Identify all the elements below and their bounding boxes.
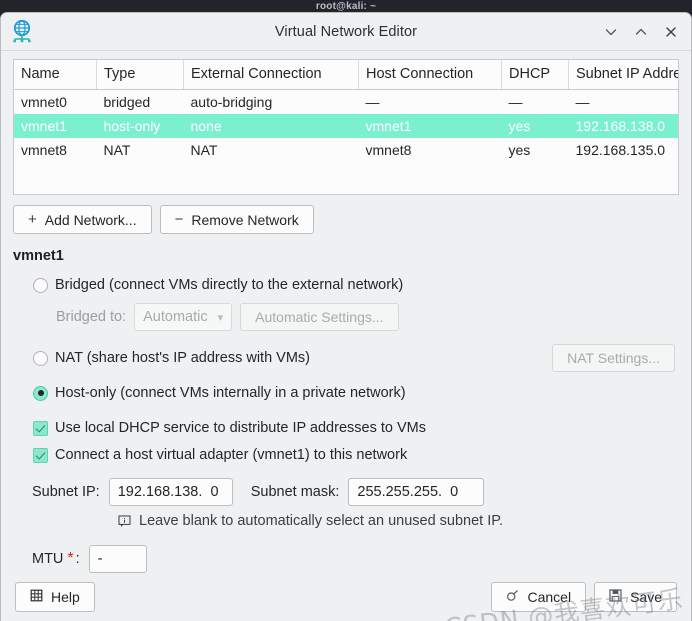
- host-adapter-checkbox-label: Connect a host virtual adapter (vmnet1) …: [55, 447, 408, 463]
- host-only-option-row[interactable]: Host-only (connect VMs internally in a p…: [13, 385, 679, 401]
- bridged-to-select[interactable]: Automatic ▾: [134, 303, 233, 331]
- save-disk-icon: [609, 589, 622, 605]
- subnet-ip-label: Subnet IP:: [32, 484, 100, 500]
- host-only-radio[interactable]: [33, 385, 48, 401]
- automatic-settings-button[interactable]: Automatic Settings...: [240, 303, 399, 331]
- automatic-settings-label: Automatic Settings...: [255, 309, 384, 325]
- dialog-footer: Help Cancel Save: [1, 573, 691, 621]
- cell-type: host-only: [96, 114, 184, 138]
- cell-subnet-ip: 192.168.135.0: [575, 142, 666, 158]
- host-adapter-checkbox-row[interactable]: Connect a host virtual adapter (vmnet1) …: [13, 447, 679, 463]
- save-button[interactable]: Save: [594, 582, 677, 612]
- table-row[interactable]: vmnet0 bridged auto-bridging — — — —: [14, 90, 678, 115]
- cell-host-connection: vmnet1: [358, 114, 502, 138]
- column-header-type[interactable]: Type: [96, 60, 184, 90]
- column-header-host-connection[interactable]: Host Connection: [358, 60, 502, 90]
- network-list[interactable]: Name Type External Connection Host Conne…: [13, 59, 679, 195]
- bridged-option-row[interactable]: Bridged (connect VMs directly to the ext…: [13, 277, 679, 293]
- chevron-down-icon: ▾: [217, 311, 224, 324]
- cell-host-connection: vmnet8: [365, 142, 412, 158]
- mtu-colon: :: [75, 551, 80, 567]
- subnet-hint-row: Leave blank to automatically select an u…: [13, 513, 679, 529]
- dhcp-checkbox-row[interactable]: Use local DHCP service to distribute IP …: [13, 420, 679, 436]
- add-network-button[interactable]: + Add Network...: [13, 205, 152, 234]
- cancel-button[interactable]: Cancel: [491, 582, 587, 612]
- nat-settings-label: NAT Settings...: [567, 350, 660, 366]
- host-adapter-checkbox[interactable]: [33, 447, 48, 463]
- selected-network-title: vmnet1: [13, 248, 64, 264]
- page-title: Virtual Network Editor: [274, 23, 418, 40]
- column-header-name[interactable]: Name: [14, 60, 97, 90]
- cell-dhcp: yes: [508, 142, 531, 158]
- bridged-radio[interactable]: [33, 277, 48, 293]
- dhcp-checkbox-label: Use local DHCP service to distribute IP …: [55, 420, 426, 436]
- cell-name: vmnet1: [14, 114, 97, 138]
- cancel-icon: [506, 589, 519, 605]
- nat-settings-button[interactable]: NAT Settings...: [552, 344, 675, 372]
- cell-type: NAT: [103, 142, 131, 158]
- dialog-content: Name Type External Connection Host Conne…: [1, 59, 691, 573]
- mtu-required-marker: *: [67, 550, 74, 567]
- subnet-mask-label: Subnet mask:: [250, 484, 340, 500]
- dhcp-checkbox[interactable]: [33, 420, 48, 436]
- cell-subnet-ip: 192.168.138.0: [568, 114, 678, 138]
- help-label: Help: [51, 589, 80, 605]
- network-globe-icon: [9, 18, 35, 44]
- cell-dhcp: —: [508, 94, 523, 110]
- cell-host-connection: —: [365, 94, 380, 110]
- plus-icon: +: [28, 211, 37, 228]
- info-balloon-icon: [118, 515, 131, 528]
- nat-label: NAT (share host's IP address with VMs): [55, 350, 310, 366]
- column-header-external-connection[interactable]: External Connection: [183, 60, 359, 90]
- cell-external-connection: NAT: [190, 142, 218, 158]
- table-row[interactable]: vmnet1 host-only none vmnet1 yes 192.168…: [14, 114, 678, 138]
- bridged-label: Bridged (connect VMs directly to the ext…: [55, 277, 404, 293]
- bridged-to-value: Automatic: [143, 309, 208, 325]
- table-header-row: Name Type External Connection Host Conne…: [14, 60, 678, 90]
- window-controls: [597, 13, 685, 50]
- help-button[interactable]: Help: [15, 582, 95, 612]
- window-titlebar: Virtual Network Editor: [1, 13, 691, 51]
- cell-type: bridged: [103, 94, 151, 110]
- minus-icon: −: [174, 211, 184, 228]
- footer-actions: Cancel Save: [491, 582, 677, 612]
- nat-radio[interactable]: [33, 350, 48, 366]
- cell-external-connection: none: [183, 114, 359, 138]
- minimize-icon[interactable]: [597, 18, 625, 46]
- cell-name: vmnet0: [21, 94, 67, 110]
- mtu-input[interactable]: [88, 545, 147, 573]
- cell-subnet-ip: —: [575, 94, 590, 110]
- cell-external-connection: auto-bridging: [190, 94, 273, 110]
- subnet-mask-input[interactable]: [348, 478, 485, 506]
- subnet-hint-text: Leave blank to automatically select an u…: [139, 513, 504, 529]
- cell-dhcp: yes: [501, 114, 569, 138]
- virtual-network-editor-window: Virtual Network Editor Name Type Externa…: [0, 12, 692, 621]
- table-row[interactable]: vmnet8 NAT NAT vmnet8 yes 192.168.135.0 …: [14, 138, 678, 162]
- column-header-dhcp[interactable]: DHCP: [501, 60, 569, 90]
- save-label: Save: [630, 589, 662, 605]
- cancel-label: Cancel: [527, 589, 572, 605]
- bridged-to-label: Bridged to:: [56, 309, 127, 325]
- nat-option-row[interactable]: NAT (share host's IP address with VMs) N…: [13, 344, 679, 372]
- network-actions: + Add Network... − Remove Network: [13, 205, 679, 234]
- mtu-label: MTU: [32, 551, 64, 567]
- subnet-ip-input[interactable]: [108, 478, 233, 506]
- mtu-row: MTU * :: [13, 545, 679, 573]
- remove-network-button[interactable]: − Remove Network: [159, 205, 314, 234]
- host-only-label: Host-only (connect VMs internally in a p…: [55, 385, 406, 401]
- cell-name: vmnet8: [21, 142, 67, 158]
- bridged-to-row: Bridged to: Automatic ▾ Automatic Settin…: [13, 303, 679, 331]
- close-icon[interactable]: [657, 18, 685, 46]
- maximize-icon[interactable]: [627, 18, 655, 46]
- subnet-fields-row: Subnet IP: Subnet mask:: [13, 478, 679, 506]
- network-table: Name Type External Connection Host Conne…: [14, 60, 678, 162]
- add-network-label: Add Network...: [44, 211, 137, 228]
- column-header-subnet-ip-address[interactable]: Subnet IP Address: [568, 60, 678, 90]
- help-book-icon: [30, 589, 43, 605]
- remove-network-label: Remove Network: [191, 211, 299, 228]
